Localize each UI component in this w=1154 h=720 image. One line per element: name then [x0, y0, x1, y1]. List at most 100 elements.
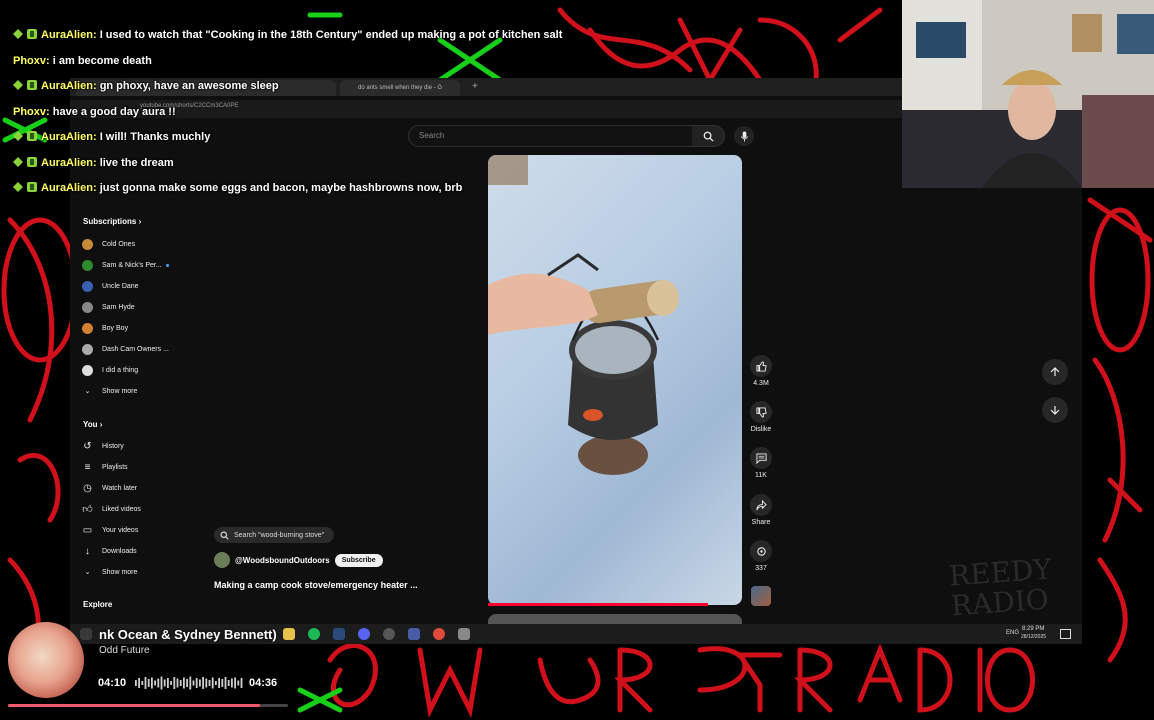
you-item-your-videos[interactable]: ▭ Your videos: [82, 521, 139, 539]
square-badge-icon: [27, 157, 37, 167]
spotify-icon[interactable]: [308, 628, 320, 640]
next-short-button[interactable]: [1042, 397, 1068, 423]
chat-username: AuraAlien:: [41, 80, 97, 92]
chevron-down-icon: ⌄: [84, 388, 91, 395]
file-explorer-icon[interactable]: [283, 628, 295, 640]
like-button[interactable]: 4.3M: [748, 355, 774, 387]
subscription-item[interactable]: Sam Hyde: [82, 298, 135, 316]
chevron-right-icon: ›: [99, 420, 103, 429]
waveform-bar: [170, 681, 172, 685]
history-icon: ↺: [83, 440, 92, 452]
show-more-label: Show more: [102, 387, 138, 395]
you-item-downloads[interactable]: ↓ Downloads: [82, 542, 137, 560]
search-button[interactable]: [692, 125, 725, 147]
subscription-item[interactable]: I did a thing: [82, 361, 138, 379]
subscription-item[interactable]: Sam & Nick's Per...: [82, 256, 169, 274]
tab-google-search[interactable]: do ants smell when they die - G: [340, 80, 460, 96]
you-item-label: Downloads: [102, 547, 137, 555]
channel-avatar: [82, 364, 93, 376]
subscription-label: Dash Cam Owners ...: [102, 345, 169, 353]
share-button[interactable]: Share: [748, 494, 774, 526]
you-item-liked-videos[interactable]: 👍︎ Liked videos: [82, 500, 141, 518]
subscription-item[interactable]: Boy Boy: [82, 319, 128, 337]
waveform-bar: [237, 680, 240, 686]
new-tab-button[interactable]: +: [472, 81, 478, 92]
obs-icon[interactable]: [383, 628, 395, 640]
waveform-bar: [151, 677, 153, 689]
related-search-chip[interactable]: Search "wood-burning stove": [214, 527, 334, 543]
you-item-label: History: [102, 442, 124, 450]
chat-message: AuraAlien: live the dream: [13, 157, 174, 169]
app-icon[interactable]: [408, 628, 420, 640]
subscribe-button[interactable]: Subscribe: [334, 553, 383, 567]
channel-row: @WoodsboundOutdoors Subscribe: [214, 552, 383, 568]
square-badge-icon: [27, 80, 37, 90]
clock-date[interactable]: 28/12/2025: [1021, 634, 1046, 640]
subscription-item[interactable]: Dash Cam Owners ...: [82, 340, 169, 358]
waveform-bar: [205, 678, 208, 688]
waveform-bar: [183, 677, 185, 689]
waveform-bar: [199, 679, 201, 687]
chat-text: I will! Thanks muchly: [99, 131, 211, 143]
waveform-bar: [227, 680, 230, 686]
chevron-right-icon: ›: [138, 217, 142, 226]
thumbs-up-icon: [755, 360, 767, 372]
download-icon: ↓: [85, 545, 90, 557]
watermark-line-2: RADIO: [949, 582, 1050, 623]
show-more-you[interactable]: ⌄ Show more: [82, 563, 138, 581]
clock-time[interactable]: 8:29 PM: [1022, 626, 1044, 632]
waveform-bar: [163, 679, 166, 687]
subscription-item[interactable]: Uncle Dane: [82, 277, 139, 295]
explore-header[interactable]: Explore: [83, 600, 112, 609]
subscriptions-header[interactable]: Subscriptions ›: [83, 217, 141, 226]
sound-thumbnail[interactable]: [751, 586, 771, 606]
language-indicator[interactable]: ENG: [1006, 630, 1019, 636]
diamond-badge-icon: [13, 157, 23, 167]
channel-avatar: [82, 301, 93, 313]
show-more-subscriptions[interactable]: ⌄ Show more: [82, 382, 138, 400]
waveform-bar: [154, 680, 156, 686]
song-artist: Odd Future: [99, 645, 150, 656]
discord-icon[interactable]: [358, 628, 370, 640]
channel-avatar[interactable]: [214, 552, 230, 568]
steam-icon[interactable]: [333, 628, 345, 640]
app-icon[interactable]: [458, 628, 470, 640]
share-icon: [755, 499, 767, 510]
watch-later-icon: ◷: [83, 482, 92, 494]
you-item-watch-later[interactable]: ◷ Watch later: [82, 479, 137, 497]
video-progress-bar[interactable]: [488, 603, 708, 606]
remix-button[interactable]: 337: [748, 540, 774, 572]
square-badge-icon: [27, 29, 37, 39]
windows-start-icon[interactable]: [80, 628, 92, 640]
show-more-label: Show more: [102, 568, 138, 576]
chrome-icon[interactable]: [433, 628, 445, 640]
explore-label: Explore: [83, 600, 113, 609]
audio-waveform: [135, 676, 243, 690]
previous-short-button[interactable]: [1042, 359, 1068, 385]
you-item-history[interactable]: ↺ History: [82, 437, 124, 455]
channel-name[interactable]: @WoodsboundOutdoors: [235, 556, 330, 565]
waveform-bar: [167, 678, 169, 688]
channel-avatar: [82, 343, 93, 355]
mic-icon: [740, 130, 748, 142]
voice-search-button[interactable]: [734, 126, 754, 146]
new-content-dot: [165, 263, 169, 267]
waveform-bar: [141, 681, 144, 685]
related-search-label: Search "wood-burning stove": [234, 531, 325, 539]
you-item-playlists[interactable]: ≡ Playlists: [82, 458, 128, 476]
subscription-label: Uncle Dane: [102, 282, 139, 290]
search-input[interactable]: Search: [408, 125, 694, 147]
waveform-bar: [157, 678, 160, 688]
remix-icon: [756, 546, 766, 556]
dislike-button[interactable]: Dislike: [748, 401, 774, 433]
short-video-player[interactable]: [488, 155, 742, 605]
channel-avatar: [82, 322, 93, 334]
waveform-bar: [240, 678, 243, 688]
subscription-item[interactable]: Cold Ones: [82, 235, 135, 253]
you-item-label: Playlists: [102, 463, 128, 471]
you-header[interactable]: You ›: [83, 420, 102, 429]
short-title[interactable]: Making a camp cook stove/emergency heate…: [214, 580, 418, 590]
notification-icon[interactable]: [1060, 629, 1071, 639]
comments-button[interactable]: 11K: [748, 447, 774, 479]
waveform-bar: [179, 680, 182, 686]
